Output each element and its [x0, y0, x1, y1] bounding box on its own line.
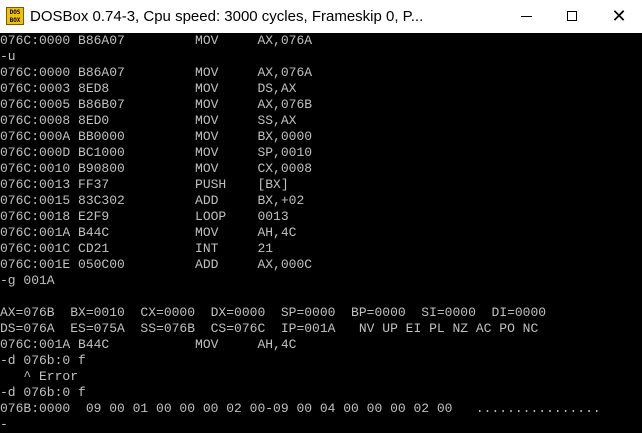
console-line: 076C:001C CD21 INT 21	[0, 241, 274, 256]
console-line: 076C:0005 B86B07 MOV AX,076B	[0, 97, 313, 112]
console-line: 076C:0018 E2F9 LOOP 0013	[0, 209, 289, 224]
console-line: 076C:000A BB0000 MOV BX,0000	[0, 129, 313, 144]
console-line: 076C:0003 8ED8 MOV DS,AX	[0, 81, 297, 96]
maximize-icon	[567, 11, 577, 21]
window-title: DOSBox 0.74-3, Cpu speed: 3000 cycles, F…	[30, 8, 424, 25]
console-line: -u	[0, 49, 16, 64]
console-line: 076C:0000 B86A07 MOV AX,076A	[0, 33, 313, 48]
console-line: -d 076b:0 f	[0, 385, 86, 400]
close-icon: ✕	[611, 6, 627, 27]
dos-console[interactable]: 076C:0000 B86A07 MOV AX,076A -u 076C:000…	[0, 33, 642, 433]
console-prompt: -	[0, 417, 8, 432]
maximize-button[interactable]	[550, 0, 596, 33]
console-line: ^ Error	[0, 369, 79, 384]
title-bar[interactable]: DOS BOX DOSBox 0.74-3, Cpu speed: 3000 cy…	[0, 0, 642, 33]
console-line: 076C:0000 B86A07 MOV AX,076A	[0, 65, 313, 80]
console-line: -g 001A	[0, 273, 55, 288]
minimize-icon	[521, 16, 532, 17]
console-line: 076C:0010 B90800 MOV CX,0008	[0, 161, 313, 176]
console-line: 076B:0000 09 00 01 00 00 00 02 00-09 00 …	[0, 401, 601, 416]
console-line: 076C:001A B44C MOV AH,4C	[0, 225, 297, 240]
console-line: -d 076b:0 f	[0, 353, 86, 368]
console-line: DS=076A ES=075A SS=076B CS=076C IP=001A …	[0, 321, 539, 336]
minimize-button[interactable]	[504, 0, 550, 33]
console-line: 076C:0015 83C302 ADD BX,+02	[0, 193, 305, 208]
console-line: 076C:001A B44C MOV AH,4C	[0, 337, 297, 352]
console-line: 076C:001E 050C00 ADD AX,000C	[0, 257, 313, 272]
close-button[interactable]: ✕	[596, 0, 642, 33]
dosbox-app-icon: DOS BOX	[6, 7, 24, 25]
console-line: 076C:000D BC1000 MOV SP,0010	[0, 145, 313, 160]
console-line: 076C:0013 FF37 PUSH [BX]	[0, 177, 289, 192]
console-line: 076C:0008 8ED0 MOV SS,AX	[0, 113, 297, 128]
console-line: AX=076B BX=0010 CX=0000 DX=0000 SP=0000 …	[0, 305, 547, 320]
